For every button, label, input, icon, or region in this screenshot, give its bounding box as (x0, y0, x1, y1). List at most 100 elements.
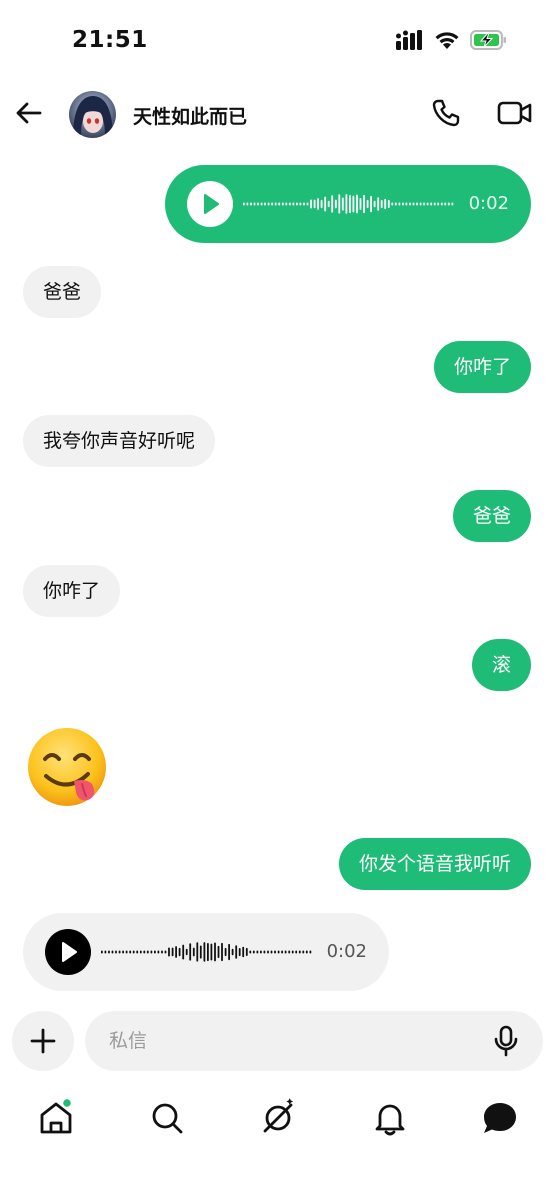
waveform-bar (203, 942, 206, 962)
waveform-bar (430, 202, 433, 206)
waveform-bar (402, 202, 404, 206)
waveform-bar (132, 950, 135, 954)
waveform-bar (182, 944, 185, 960)
waveform-bar (175, 946, 177, 958)
waveform-bar (324, 196, 327, 212)
nav-explore[interactable] (258, 1098, 298, 1138)
video-camera-icon (497, 101, 532, 125)
waveform-bar (306, 202, 309, 206)
messages-icon (484, 1103, 516, 1133)
waveform-bar (288, 950, 291, 954)
waveform-bar (189, 943, 192, 961)
waveform-bar (245, 947, 248, 956)
waveform-bar (164, 950, 167, 954)
bell-icon (375, 1104, 405, 1136)
waveform-bar (377, 197, 380, 211)
waveform-bar (108, 950, 110, 954)
message-outgoing[interactable]: 你咋了 (433, 341, 531, 393)
chat-header: 天性如此而已 (0, 82, 554, 146)
waveform-bar (246, 202, 249, 206)
waveform-bar (419, 202, 422, 206)
waveform-bar (228, 943, 230, 961)
waveform-bar (380, 200, 383, 209)
waveform-bar (412, 202, 415, 206)
waveform-bar (313, 199, 316, 209)
message-outgoing[interactable]: 滚 (471, 639, 531, 691)
voice-message-outgoing[interactable]: 0:02 (165, 165, 531, 243)
waveform-bar (334, 199, 337, 209)
waveform-bar (292, 202, 295, 206)
play-button[interactable] (45, 929, 91, 975)
waveform-bar (168, 947, 170, 957)
waveform-bar (373, 200, 376, 208)
waveform-bar (284, 950, 287, 954)
status-icons (396, 30, 508, 50)
waveform-bar (263, 950, 266, 954)
waveform-bar (196, 942, 199, 962)
signal-icon (396, 30, 422, 50)
voice-call-button[interactable] (430, 97, 462, 129)
nav-messages[interactable] (480, 1098, 520, 1138)
message-incoming[interactable]: 爸爸 (23, 266, 102, 318)
waveform-bar (257, 202, 259, 206)
waveform-bar (302, 950, 305, 954)
back-button[interactable] (14, 98, 44, 128)
add-attachment-button[interactable] (12, 1011, 74, 1071)
message-outgoing[interactable]: 你发个语音我听听 (338, 838, 531, 890)
emoji-message[interactable] (26, 726, 108, 808)
waveform-bar (440, 202, 443, 206)
waveform-bar (281, 950, 283, 954)
waveform-bar (366, 199, 369, 209)
waveform-bar (384, 198, 387, 210)
voice-record-button[interactable] (491, 1025, 521, 1057)
waveform-bar (238, 948, 241, 957)
voice-message-incoming[interactable]: 0:02 (23, 913, 389, 991)
waveform-bar (405, 202, 408, 206)
arrow-left-icon (16, 102, 42, 124)
waveform-bar (143, 950, 146, 954)
message-input[interactable]: 私信 (85, 1011, 543, 1071)
waveform-bar (394, 202, 397, 206)
waveform-bar (298, 950, 301, 954)
waveform-bar (349, 195, 351, 214)
contact-name[interactable]: 天性如此而已 (133, 102, 247, 129)
waveform-bar (444, 202, 447, 206)
message-outgoing[interactable]: 爸爸 (452, 490, 531, 542)
waveform-bar (139, 950, 142, 954)
waveform-bar (253, 202, 256, 206)
message-incoming[interactable]: 我夸你声音好听呢 (23, 415, 216, 467)
plus-icon (30, 1028, 56, 1054)
waveform-bar (398, 202, 401, 206)
nav-search[interactable] (147, 1098, 187, 1138)
battery-icon (470, 30, 506, 50)
waveform-bar (260, 950, 262, 954)
waveform-bar (161, 950, 163, 954)
waveform-bar (129, 950, 132, 954)
waveform-bar (305, 950, 308, 954)
message-input-placeholder: 私信 (109, 1030, 148, 1052)
waveform-bar (111, 950, 114, 954)
waveform-bar (437, 202, 440, 206)
waveform-bar (249, 950, 252, 954)
waveform-bar (252, 950, 255, 954)
waveform-bar (288, 202, 291, 206)
message-incoming[interactable]: 你咋了 (23, 565, 121, 617)
home-icon (40, 1097, 73, 1134)
microphone-icon (494, 1025, 518, 1057)
play-button[interactable] (187, 181, 233, 227)
waveform-bar (310, 199, 312, 209)
waveform-bar (274, 950, 276, 954)
waveform-bar (101, 950, 103, 954)
nav-notifications[interactable] (370, 1098, 410, 1138)
waveform-bar (217, 945, 220, 958)
nav-home[interactable] (36, 1097, 76, 1138)
avatar-image (69, 91, 116, 138)
play-icon (62, 942, 77, 962)
video-call-button[interactable] (497, 97, 533, 129)
waveform-bar (278, 202, 281, 206)
waveform-bar (146, 950, 149, 954)
waveform-bar (178, 947, 181, 957)
waveform-bar (296, 202, 298, 206)
waveform-bar (451, 202, 454, 206)
contact-avatar[interactable] (69, 91, 116, 138)
